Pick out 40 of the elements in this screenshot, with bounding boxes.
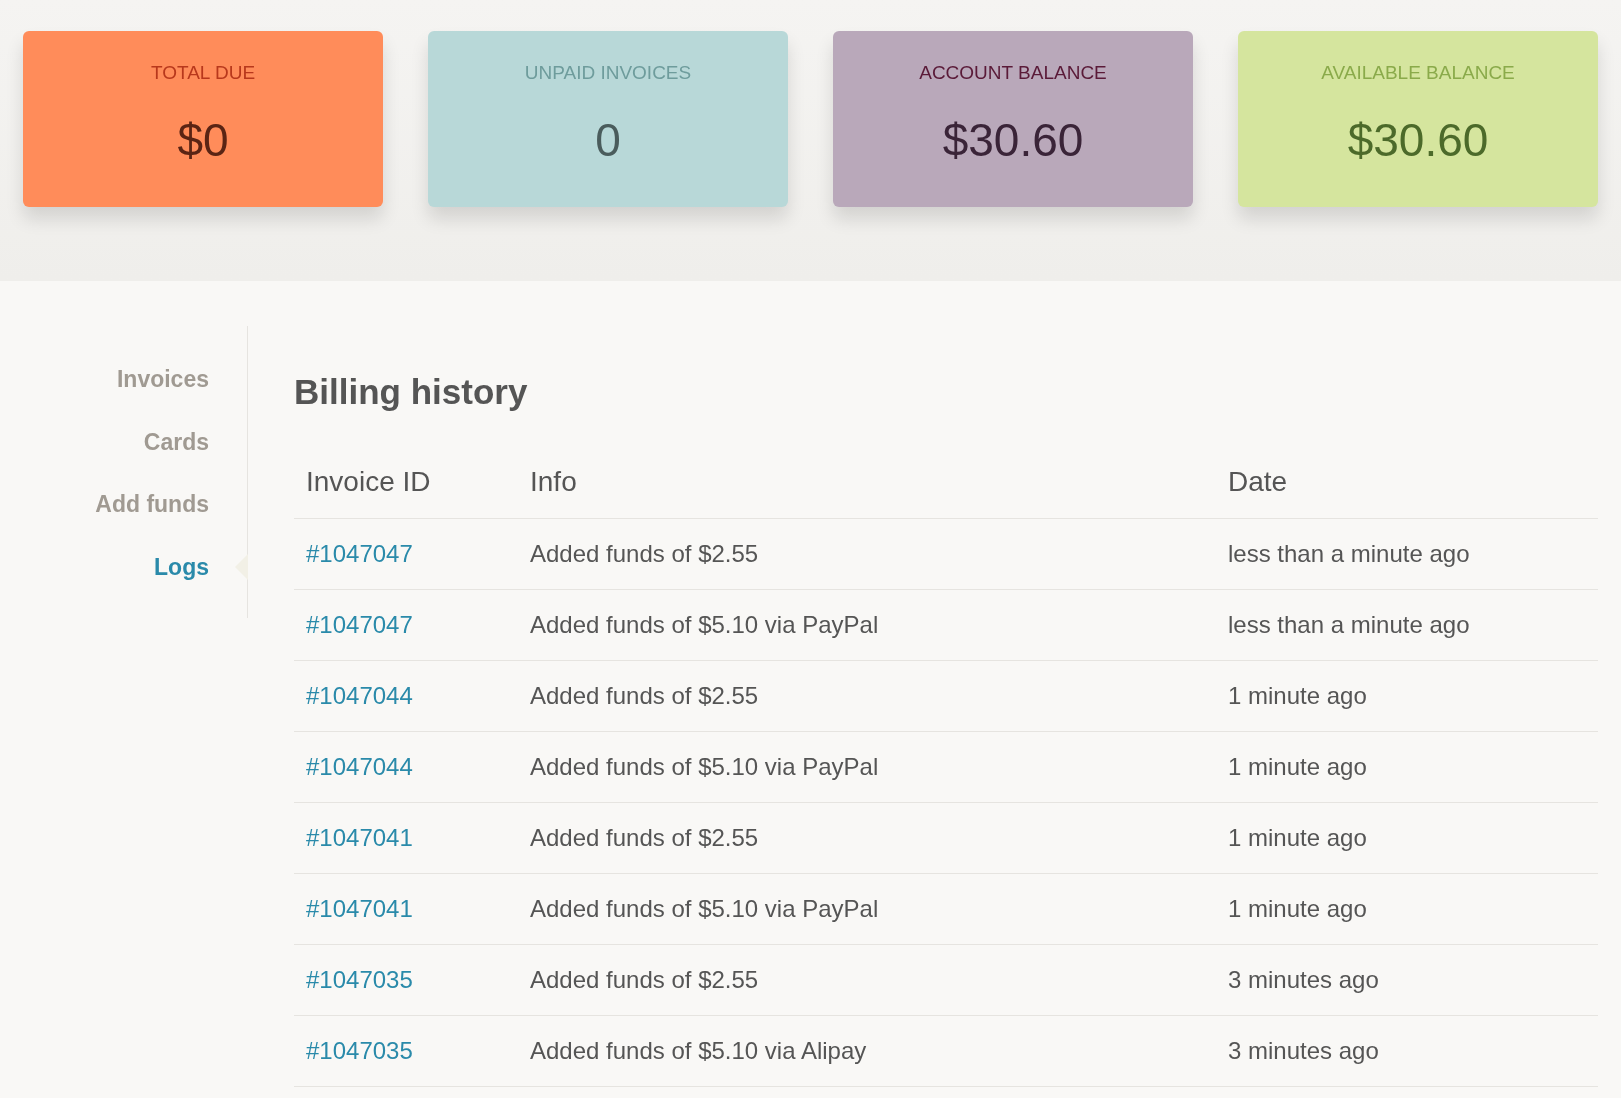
table-cell: less than a minute ago bbox=[1228, 540, 1470, 567]
invoice-link[interactable]: #1047041 bbox=[306, 895, 413, 922]
table-cell: Added funds of $2.55 bbox=[530, 682, 759, 709]
invoice-link[interactable]: #1047035 bbox=[306, 1037, 413, 1064]
table-cell: 3 minutes ago bbox=[1228, 966, 1379, 993]
card-value: 0 bbox=[595, 112, 621, 168]
sidebar-link[interactable]: Add funds bbox=[95, 491, 209, 517]
table-cell: Added funds of $2.55 bbox=[530, 966, 759, 993]
table-cell: Added funds of $5.10 via PayPal bbox=[530, 895, 879, 922]
card-value: $30.60 bbox=[942, 112, 1084, 168]
sidebar-link[interactable]: Invoices bbox=[116, 366, 209, 392]
table-cell: Added funds of $2.55 bbox=[530, 540, 759, 567]
table-cell: 3 minutes ago bbox=[1228, 1037, 1379, 1064]
column-header: Info bbox=[530, 466, 577, 498]
card-label: AVAILABLE BALANCE bbox=[1321, 61, 1515, 85]
column-header: Invoice ID bbox=[306, 466, 431, 498]
card-label: TOTAL DUE bbox=[150, 61, 256, 85]
invoice-link[interactable]: #1047047 bbox=[306, 540, 413, 567]
invoice-link[interactable]: #1047047 bbox=[306, 611, 413, 638]
table-cell: Added funds of $5.10 via PayPal bbox=[530, 753, 879, 780]
table-cell: 1 minute ago bbox=[1228, 682, 1367, 709]
table-cell: 1 minute ago bbox=[1228, 895, 1367, 922]
table-cell: less than a minute ago bbox=[1228, 611, 1470, 638]
table-cell: Added funds of $5.10 via Alipay bbox=[530, 1037, 867, 1064]
table-cell: 1 minute ago bbox=[1228, 753, 1367, 780]
table-cell: 1 minute ago bbox=[1228, 824, 1367, 851]
table-cell: Added funds of $5.10 via PayPal bbox=[530, 611, 879, 638]
card-label: UNPAID INVOICES bbox=[524, 61, 692, 85]
invoice-link[interactable]: #1047044 bbox=[306, 753, 413, 780]
section-title: Billing history bbox=[294, 371, 529, 413]
invoice-link[interactable]: #1047044 bbox=[306, 682, 413, 709]
invoice-link[interactable]: #1047035 bbox=[306, 966, 413, 993]
invoice-link[interactable]: #1047041 bbox=[306, 824, 413, 851]
column-header: Date bbox=[1228, 466, 1288, 498]
table-cell: Added funds of $2.55 bbox=[530, 824, 759, 851]
sidebar-link[interactable]: Cards bbox=[143, 428, 209, 455]
sidebar-link[interactable]: Logs bbox=[154, 553, 209, 580]
card-value: $30.60 bbox=[1347, 112, 1489, 168]
card-label: ACCOUNT BALANCE bbox=[919, 61, 1107, 85]
card-value: $0 bbox=[177, 112, 229, 168]
